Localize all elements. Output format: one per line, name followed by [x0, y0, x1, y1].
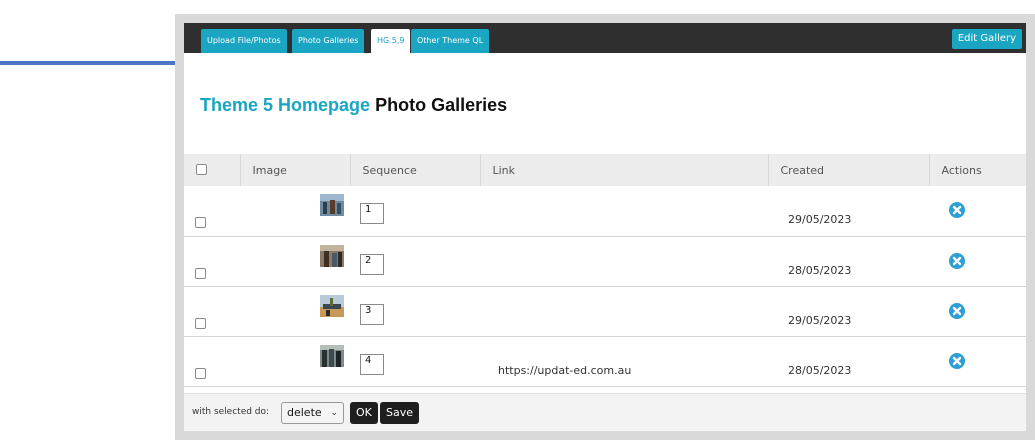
table-row: 2 28/05/2023 [184, 236, 1026, 286]
ok-button[interactable]: OK [350, 402, 378, 424]
created-date: 29/05/2023 [788, 313, 852, 327]
bulk-action-value: delete [287, 406, 322, 419]
created-date: 29/05/2023 [788, 213, 852, 226]
delete-icon[interactable] [949, 202, 965, 218]
header-image: Image [239, 154, 350, 186]
page-title: Theme 5 Homepage Photo Galleries [200, 95, 507, 116]
created-date: 28/05/2023 [788, 363, 852, 377]
table-row: 4 https://updat-ed.com.au 28/05/2023 [184, 336, 1026, 386]
table-header-row: Image Sequence Link Created Actions [184, 154, 1026, 186]
sequence-input[interactable]: 4 [360, 353, 384, 375]
gallery-thumbnail-image[interactable] [320, 344, 344, 367]
sequence-input[interactable]: 3 [360, 303, 384, 325]
link-text[interactable]: https://updat-ed.com.au [498, 364, 768, 377]
header-created: Created [767, 154, 929, 186]
row-checkbox[interactable] [195, 367, 206, 379]
gallery-panel: Upload File/Photos Photo Galleries HG 5,… [175, 14, 1035, 440]
gallery-thumbnail-image[interactable] [320, 244, 344, 267]
header-actions: Actions [928, 154, 1026, 186]
chevron-down-icon: ⌄ [330, 408, 338, 418]
tab-hg-5-9[interactable]: HG 5,9 [371, 29, 411, 53]
bulk-actions-label: with selected do: [192, 407, 270, 417]
gallery-thumbnail-image[interactable] [320, 194, 344, 216]
sequence-input[interactable]: 2 [360, 253, 384, 275]
bulk-action-select[interactable]: delete ⌄ [281, 402, 344, 424]
delete-icon[interactable] [949, 352, 965, 369]
row-checkbox[interactable] [195, 217, 206, 228]
sequence-input[interactable]: 1 [360, 203, 384, 224]
bulk-actions-bar: with selected do: delete ⌄ OK Save [184, 393, 1026, 431]
gallery-table: Image Sequence Link Created Actions 1 29… [184, 154, 1026, 387]
header-link: Link [479, 154, 768, 186]
gallery-thumbnail-image[interactable] [320, 294, 344, 317]
tab-other-theme-ql[interactable]: Other Theme QL [411, 29, 490, 53]
page-title-accent: Theme 5 Homepage [200, 95, 371, 115]
edit-gallery-button[interactable]: Edit Gallery [951, 29, 1022, 49]
delete-icon[interactable] [949, 302, 965, 319]
created-date: 28/05/2023 [788, 263, 852, 277]
row-checkbox[interactable] [195, 267, 206, 279]
tab-bar: Upload File/Photos Photo Galleries HG 5,… [184, 23, 1026, 53]
delete-icon[interactable] [949, 252, 965, 269]
tab-photo-galleries[interactable]: Photo Galleries [292, 29, 365, 53]
tab-upload-files[interactable]: Upload File/Photos [201, 29, 287, 53]
table-row: 1 29/05/2023 [184, 186, 1026, 236]
header-sequence: Sequence [349, 154, 480, 186]
page-title-main: Photo Galleries [375, 95, 508, 115]
page: Upload File/Photos Photo Galleries HG 5,… [0, 0, 1035, 440]
select-all-checkbox[interactable] [196, 164, 207, 175]
table-row: 3 29/05/2023 [184, 286, 1026, 336]
row-checkbox[interactable] [195, 317, 206, 329]
save-button[interactable]: Save [380, 402, 420, 424]
